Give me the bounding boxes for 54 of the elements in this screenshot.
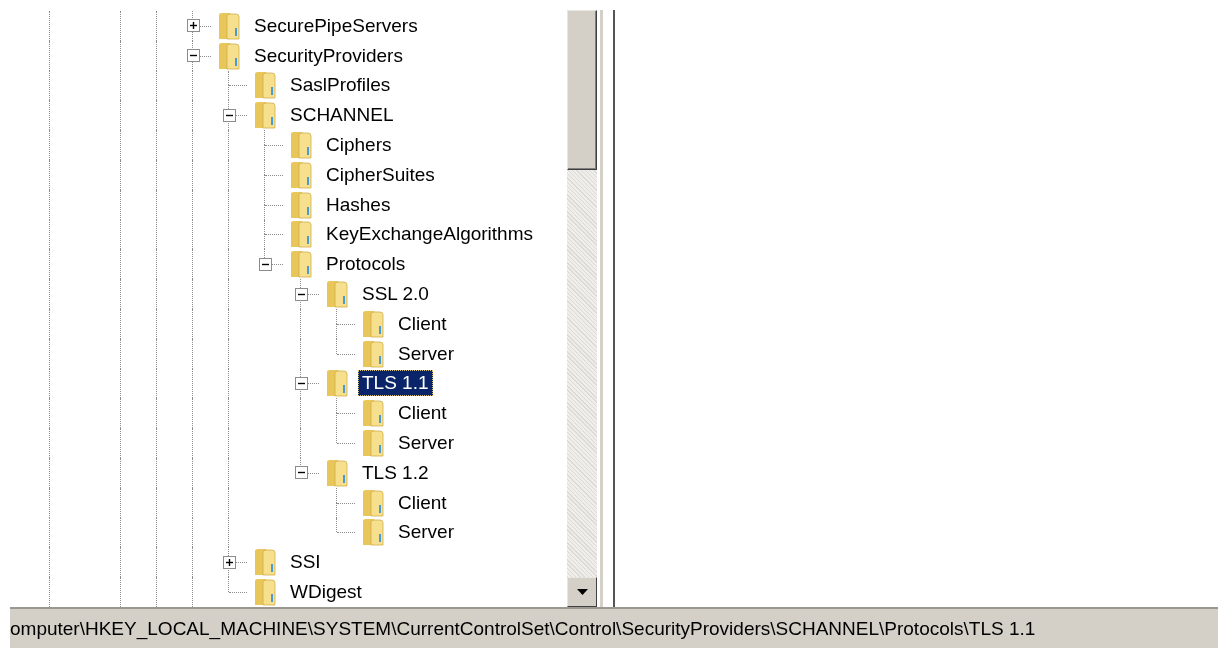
folder-icon	[253, 101, 277, 130]
folder-icon	[325, 280, 349, 309]
folder-icon	[253, 71, 277, 100]
folder-icon	[253, 548, 277, 577]
tree-item[interactable]: SCHANNEL	[286, 102, 398, 129]
tree-item[interactable]: Server	[394, 340, 458, 367]
tree-item[interactable]: Protocols	[322, 251, 410, 278]
collapse-toggle-icon[interactable]	[294, 376, 308, 390]
folder-icon	[325, 458, 349, 487]
tree-item[interactable]: SaslProfiles	[286, 72, 395, 99]
scrollbar-thumb[interactable]	[567, 10, 597, 170]
tree-item[interactable]: SSI	[286, 549, 325, 576]
folder-icon	[361, 429, 385, 458]
folder-icon	[217, 11, 241, 40]
scroll-down-button[interactable]	[567, 577, 597, 607]
tree-item[interactable]: TLS 1.2	[358, 459, 433, 486]
collapse-toggle-icon[interactable]	[294, 287, 308, 301]
tree-item[interactable]: WDigest	[286, 579, 366, 606]
folder-icon	[253, 578, 277, 607]
tree-item[interactable]: CipherSuites	[322, 161, 439, 188]
folder-icon	[361, 309, 385, 338]
folder-icon	[325, 369, 349, 398]
down-arrow-icon	[576, 589, 588, 595]
tree-item[interactable]: Server	[394, 519, 458, 546]
collapse-toggle-icon[interactable]	[186, 49, 200, 63]
scrollbar[interactable]	[567, 10, 597, 607]
folder-icon	[361, 488, 385, 517]
status-path: omputer\HKEY_LOCAL_MACHINE\SYSTEM\CurrentControlSet\Control\SecurityProviders\SCHANNEL\Protocols\TLS 1.1	[10, 617, 1036, 640]
folder-icon	[217, 41, 241, 70]
tree-item[interactable]: TLS 1.1	[358, 370, 433, 397]
folder-icon	[361, 399, 385, 428]
tree-item[interactable]: Server	[394, 430, 458, 457]
folder-icon	[289, 131, 313, 160]
expand-toggle-icon[interactable]	[222, 555, 236, 569]
folder-icon	[361, 339, 385, 368]
collapse-toggle-icon[interactable]	[222, 108, 236, 122]
expand-toggle-icon[interactable]	[186, 19, 200, 33]
tree-item[interactable]: KeyExchangeAlgorithms	[322, 221, 537, 248]
tree-item[interactable]: Hashes	[322, 191, 395, 218]
folder-icon	[361, 518, 385, 547]
splitter[interactable]	[600, 10, 615, 607]
folder-icon	[289, 160, 313, 189]
tree-item[interactable]: SecurePipeServers	[250, 12, 422, 39]
folder-icon	[289, 220, 313, 249]
tree-item[interactable]: Ciphers	[322, 132, 396, 159]
collapse-toggle-icon[interactable]	[294, 466, 308, 480]
folder-icon	[289, 190, 313, 219]
folder-icon	[289, 250, 313, 279]
tree-item[interactable]: SecurityProviders	[250, 42, 407, 69]
tree-item[interactable]: SSL 2.0	[358, 281, 433, 308]
tree-item[interactable]: Client	[394, 489, 451, 516]
tree-item[interactable]: Client	[394, 400, 451, 427]
tree-item[interactable]: Client	[394, 310, 451, 337]
collapse-toggle-icon[interactable]	[258, 257, 272, 271]
